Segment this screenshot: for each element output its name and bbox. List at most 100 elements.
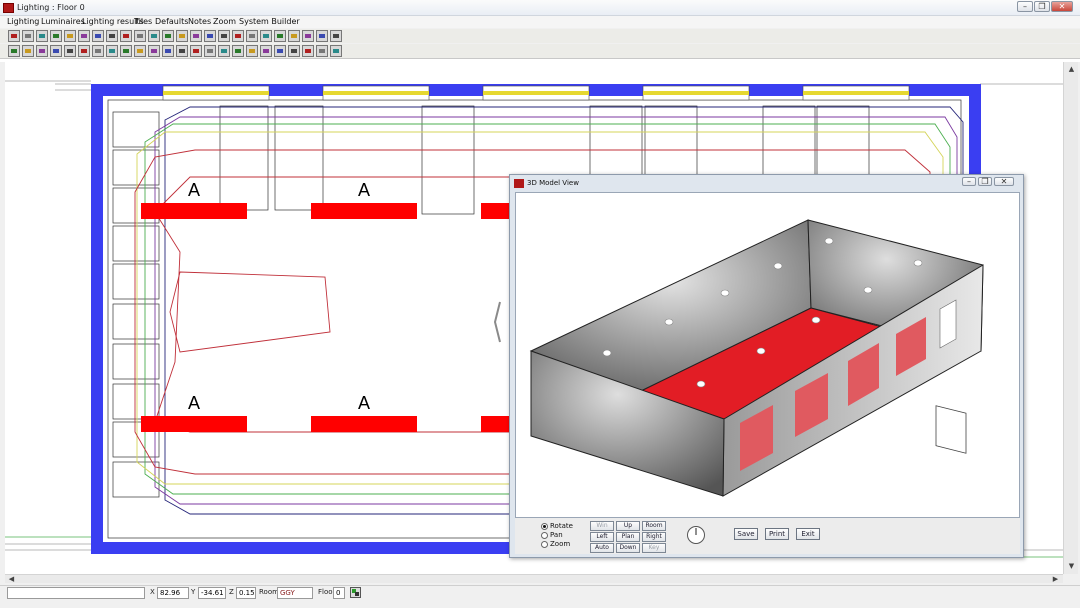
tool-glyph-icon [193, 34, 199, 38]
bottom-tool-6-icon[interactable] [78, 45, 90, 57]
bottom-tool-11-icon[interactable] [148, 45, 160, 57]
bottom-tool-17-icon[interactable] [232, 45, 244, 57]
top-tool-11-icon[interactable] [148, 30, 160, 42]
bottom-tool-10-icon[interactable] [134, 45, 146, 57]
angle-dial-icon[interactable] [686, 525, 706, 545]
top-tool-16-icon[interactable] [218, 30, 230, 42]
menu-luminaires[interactable]: Luminaires [41, 17, 85, 26]
top-tool-20-icon[interactable] [274, 30, 286, 42]
bottom-tool-15-icon[interactable] [204, 45, 216, 57]
luminaire[interactable] [311, 203, 417, 219]
bottom-tool-5-icon[interactable] [64, 45, 76, 57]
menu-tiles[interactable]: Tiles [134, 17, 152, 26]
menu-notes[interactable]: Notes [188, 17, 211, 26]
close-icon[interactable]: ✕ [994, 177, 1014, 186]
bottom-tool-16-icon[interactable] [218, 45, 230, 57]
bottom-tool-8-icon[interactable] [106, 45, 118, 57]
top-tool-4-icon[interactable] [50, 30, 62, 42]
view-up-button[interactable]: Up [616, 521, 640, 531]
bottom-tool-3-icon[interactable] [36, 45, 48, 57]
print-button[interactable]: Print [765, 528, 789, 540]
bottom-tool-23-icon[interactable] [316, 45, 328, 57]
top-tool-18-icon[interactable] [246, 30, 258, 42]
bottom-tool-1-icon[interactable] [8, 45, 20, 57]
floor-select-icon[interactable] [350, 587, 361, 598]
save-button[interactable]: Save [734, 528, 758, 540]
exit-button[interactable]: Exit [796, 528, 820, 540]
scroll-right-icon[interactable]: ▶ [1051, 575, 1060, 584]
top-tool-23-icon[interactable] [316, 30, 328, 42]
menu-lighting[interactable]: Lighting [7, 17, 39, 26]
minimize-icon[interactable]: – [1017, 1, 1033, 12]
model-view-controls: Rotate Pan Zoom Win Up Room Left Plan Ri… [515, 518, 1020, 554]
pan-radio[interactable] [541, 532, 548, 539]
bottom-tool-9-icon[interactable] [120, 45, 132, 57]
luminaire-label: A [358, 180, 371, 200]
view-down-button[interactable]: Down [616, 543, 640, 553]
tool-glyph-icon [291, 49, 297, 53]
close-icon[interactable]: ✕ [1051, 1, 1073, 12]
top-tool-6-icon[interactable] [78, 30, 90, 42]
view-right-button[interactable]: Right [642, 532, 666, 542]
top-tool-19-icon[interactable] [260, 30, 272, 42]
vertical-scrollbar[interactable]: ▲ ▼ [1063, 62, 1078, 574]
minimize-icon[interactable]: – [962, 177, 976, 186]
bottom-tool-7-icon[interactable] [92, 45, 104, 57]
top-tool-17-icon[interactable] [232, 30, 244, 42]
top-tool-12-icon[interactable] [162, 30, 174, 42]
bottom-tool-4-icon[interactable] [50, 45, 62, 57]
bottom-tool-14-icon[interactable] [190, 45, 202, 57]
tool-glyph-icon [249, 34, 255, 38]
view-key-button[interactable]: Key [642, 543, 666, 553]
bottom-tool-13-icon[interactable] [176, 45, 188, 57]
menu-system-builder[interactable]: System Builder [239, 17, 300, 26]
model-3d-canvas[interactable] [515, 192, 1020, 518]
view-plan-button[interactable]: Plan [616, 532, 640, 542]
tool-glyph-icon [193, 49, 199, 53]
view-left-button[interactable]: Left [590, 532, 614, 542]
scroll-up-icon[interactable]: ▲ [1067, 65, 1076, 74]
toolbar-bottom [0, 44, 1080, 58]
view-win-button[interactable]: Win [590, 521, 614, 531]
top-tool-13-icon[interactable] [176, 30, 188, 42]
luminaire[interactable] [141, 203, 247, 219]
top-tool-1-icon[interactable] [8, 30, 20, 42]
top-tool-7-icon[interactable] [92, 30, 104, 42]
bottom-tool-18-icon[interactable] [246, 45, 258, 57]
menu-zoom[interactable]: Zoom [213, 17, 236, 26]
restore-icon[interactable]: ❐ [978, 177, 992, 186]
tool-glyph-icon [39, 34, 45, 38]
scroll-down-icon[interactable]: ▼ [1067, 562, 1076, 571]
horizontal-scrollbar[interactable]: ◀ ▶ [5, 574, 1063, 583]
view-auto-button[interactable]: Auto [590, 543, 614, 553]
luminaire[interactable] [311, 416, 417, 432]
top-tool-14-icon[interactable] [190, 30, 202, 42]
top-tool-15-icon[interactable] [204, 30, 216, 42]
view-room-button[interactable]: Room [642, 521, 666, 531]
tool-glyph-icon [333, 34, 339, 38]
bottom-tool-19-icon[interactable] [260, 45, 272, 57]
top-tool-3-icon[interactable] [36, 30, 48, 42]
restore-icon[interactable]: ❐ [1034, 1, 1050, 12]
top-tool-21-icon[interactable] [288, 30, 300, 42]
bottom-tool-24-icon[interactable] [330, 45, 342, 57]
scroll-left-icon[interactable]: ◀ [7, 575, 16, 584]
top-tool-24-icon[interactable] [330, 30, 342, 42]
top-tool-5-icon[interactable] [64, 30, 76, 42]
zoom-radio[interactable] [541, 541, 548, 548]
top-tool-22-icon[interactable] [302, 30, 314, 42]
bottom-tool-20-icon[interactable] [274, 45, 286, 57]
top-tool-9-icon[interactable] [120, 30, 132, 42]
bottom-tool-12-icon[interactable] [162, 45, 174, 57]
bottom-tool-22-icon[interactable] [302, 45, 314, 57]
top-tool-8-icon[interactable] [106, 30, 118, 42]
bottom-tool-2-icon[interactable] [22, 45, 34, 57]
luminaire[interactable] [141, 416, 247, 432]
top-tool-2-icon[interactable] [22, 30, 34, 42]
top-tool-10-icon[interactable] [134, 30, 146, 42]
rotate-radio[interactable] [541, 523, 548, 530]
tool-glyph-icon [137, 49, 143, 53]
menu-defaults[interactable]: Defaults [155, 17, 188, 26]
bottom-tool-21-icon[interactable] [288, 45, 300, 57]
tool-glyph-icon [25, 49, 31, 53]
